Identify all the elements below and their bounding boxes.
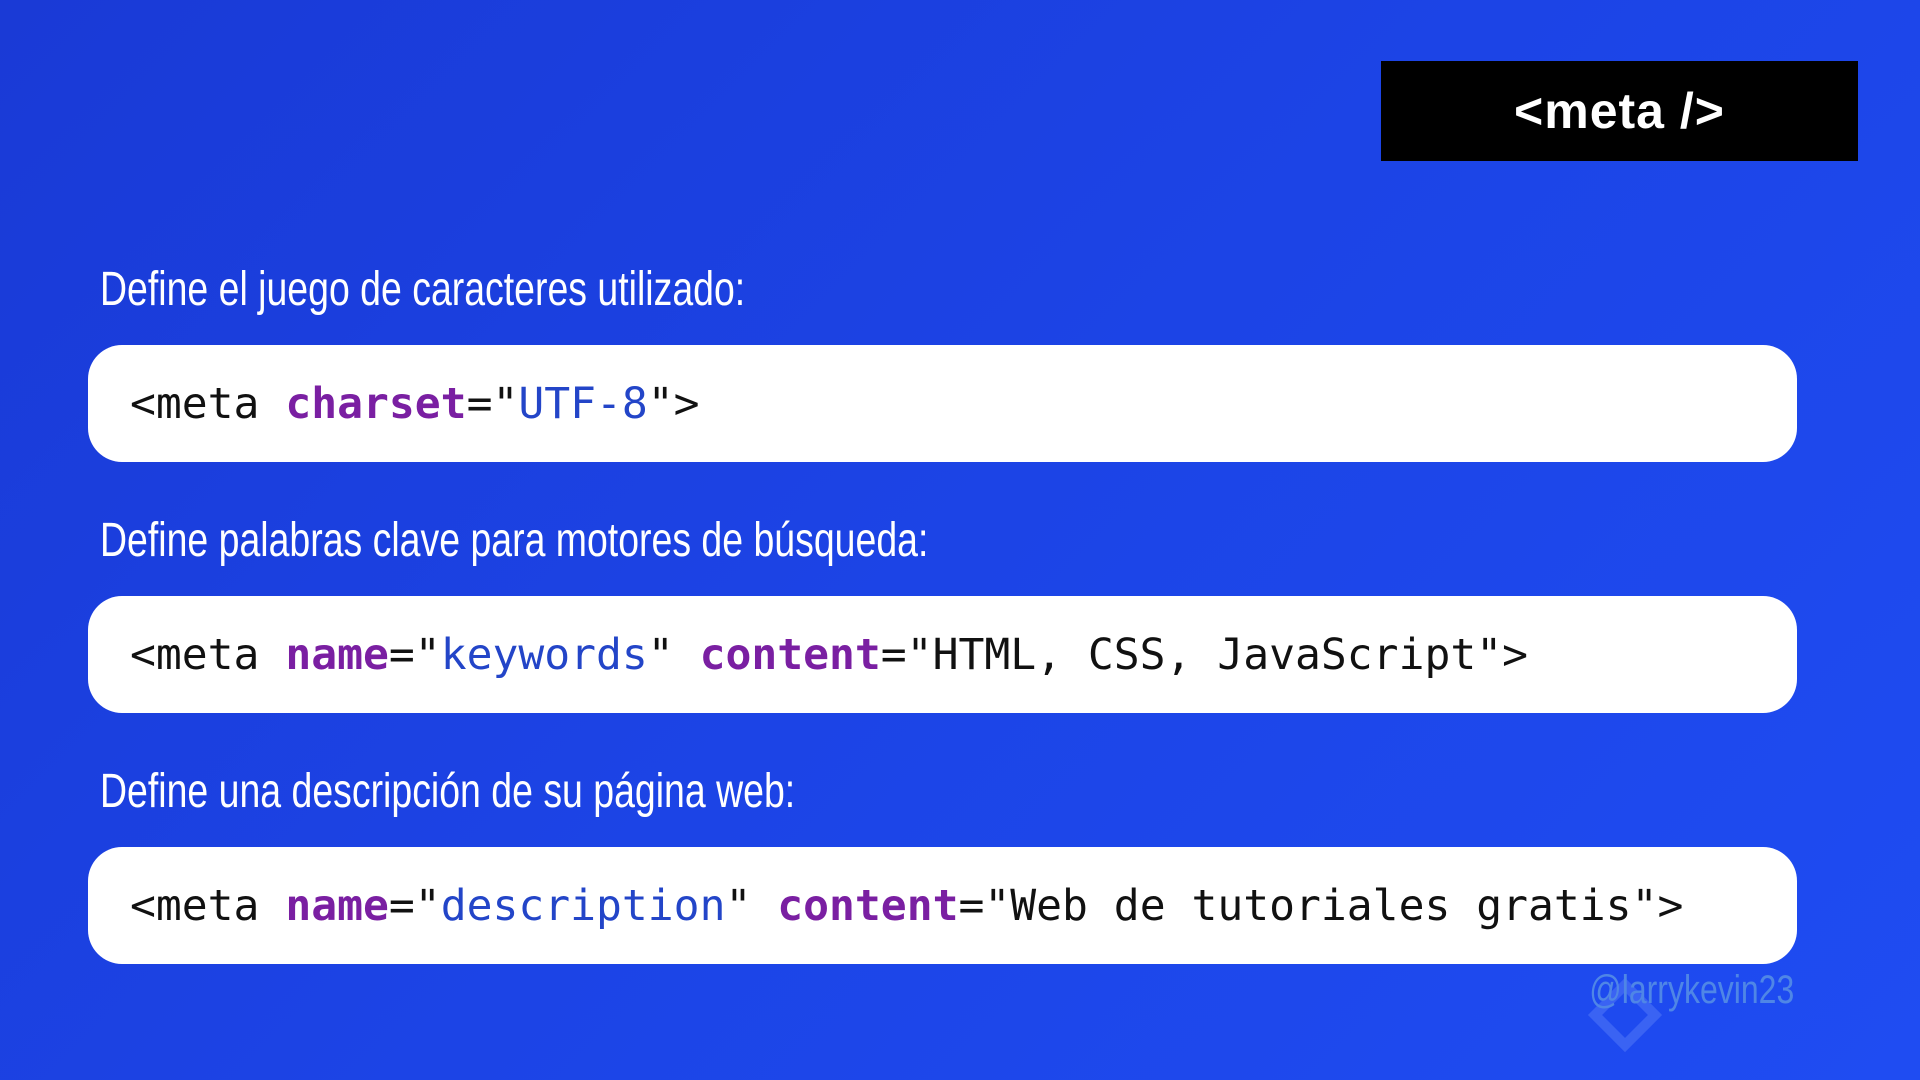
code-separator: " [725,880,778,931]
caption-charset: Define el juego de caracteres utilizado: [100,263,746,316]
code-block-charset: <meta charset="UTF-8"> [88,345,1797,462]
code-equals: =" [388,629,441,680]
code-tag-open: <meta [130,378,286,429]
code-line-charset: <meta charset="UTF-8"> [130,379,700,429]
code-attribute: content [699,629,881,680]
code-content-value: Web de tutoriales gratis [1010,880,1632,931]
slide-title: <meta /> [1514,83,1725,139]
code-equals: =" [388,880,441,931]
code-attribute: charset [285,378,467,429]
author-watermark: @larrykevin23 [1589,968,1794,1012]
code-equals: =" [466,378,519,429]
title-box: <meta /> [1381,61,1858,161]
code-block-keywords: <meta name="keywords" content="HTML, CSS… [88,596,1797,713]
code-tag-close: "> [1476,629,1529,680]
code-content-value: HTML, CSS, JavaScript [932,629,1477,680]
code-equals: =" [880,629,933,680]
code-tag-open: <meta [130,880,286,931]
code-separator: " [647,629,700,680]
code-value: UTF-8 [518,378,648,429]
code-value: keywords [440,629,648,680]
code-line-keywords: <meta name="keywords" content="HTML, CSS… [130,630,1528,680]
code-equals: =" [958,880,1011,931]
code-tag-close: "> [647,378,700,429]
caption-description: Define una descripción de su página web: [100,765,796,818]
code-attribute: content [777,880,959,931]
code-tag-close: "> [1631,880,1684,931]
code-attribute: name [285,880,389,931]
code-value: description [440,880,726,931]
code-block-description: <meta name="description" content="Web de… [88,847,1797,964]
code-line-description: <meta name="description" content="Web de… [130,881,1683,931]
caption-keywords: Define palabras clave para motores de bú… [100,514,929,567]
code-tag-open: <meta [130,629,286,680]
code-attribute: name [285,629,389,680]
